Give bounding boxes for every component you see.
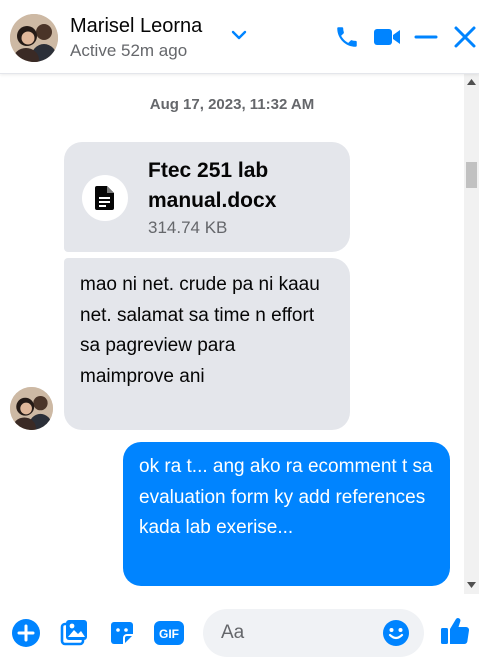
document-icon — [82, 175, 128, 221]
chat-header: Marisel Leorna Active 52m ago — [0, 0, 479, 74]
sticker-button[interactable] — [105, 616, 139, 650]
like-button[interactable] — [438, 614, 472, 648]
attach-photo-button[interactable] — [57, 616, 91, 650]
thumbs-up-icon — [441, 618, 470, 644]
emoji-smiley-icon — [383, 620, 409, 646]
emoji-button[interactable] — [381, 618, 411, 648]
scrollbar-thumb[interactable] — [466, 162, 477, 188]
photo-gallery-icon — [60, 620, 87, 646]
scroll-up-arrow-icon[interactable] — [464, 74, 479, 89]
file-size: 314.74 KB — [148, 218, 228, 237]
video-call-button[interactable] — [372, 22, 402, 52]
minimize-icon — [414, 35, 438, 39]
plus-circle-icon — [12, 619, 40, 647]
scrollbar[interactable] — [464, 74, 479, 594]
chevron-down-icon[interactable] — [228, 24, 250, 46]
close-button[interactable] — [450, 22, 479, 52]
phone-call-button[interactable] — [332, 22, 362, 52]
sticker-icon — [111, 622, 133, 644]
message-composer: GIF — [0, 594, 479, 659]
contact-name[interactable]: Marisel Leorna — [70, 15, 202, 38]
file-attachment[interactable]: Ftec 251 lab manual.docx 314.74 KB — [64, 142, 350, 252]
outgoing-message[interactable]: ok ra t... ang ako ra ecomment t sa eval… — [123, 442, 450, 586]
incoming-message[interactable]: mao ni net. crude pa ni kaau net. salama… — [64, 258, 350, 430]
message-input[interactable] — [221, 617, 371, 649]
video-camera-icon — [374, 29, 400, 45]
message-timestamp: Aug 17, 2023, 11:32 AM — [149, 96, 315, 113]
scroll-down-arrow-icon[interactable] — [464, 577, 479, 592]
more-actions-button[interactable] — [9, 616, 43, 650]
minimize-button[interactable] — [411, 22, 441, 52]
gif-button[interactable]: GIF — [152, 616, 186, 650]
contact-avatar[interactable] — [10, 14, 58, 62]
gif-icon: GIF — [154, 621, 184, 645]
phone-icon — [337, 27, 357, 47]
message-input-field[interactable] — [203, 609, 424, 657]
sender-avatar — [10, 387, 53, 430]
svg-text:GIF: GIF — [159, 627, 179, 641]
message-thread[interactable]: Aug 17, 2023, 11:32 AM Ftec 251 lab manu… — [0, 74, 479, 594]
close-icon — [454, 26, 476, 48]
active-status: Active 52m ago — [70, 41, 188, 60]
file-name: Ftec 251 lab manual.docx — [148, 159, 277, 212]
